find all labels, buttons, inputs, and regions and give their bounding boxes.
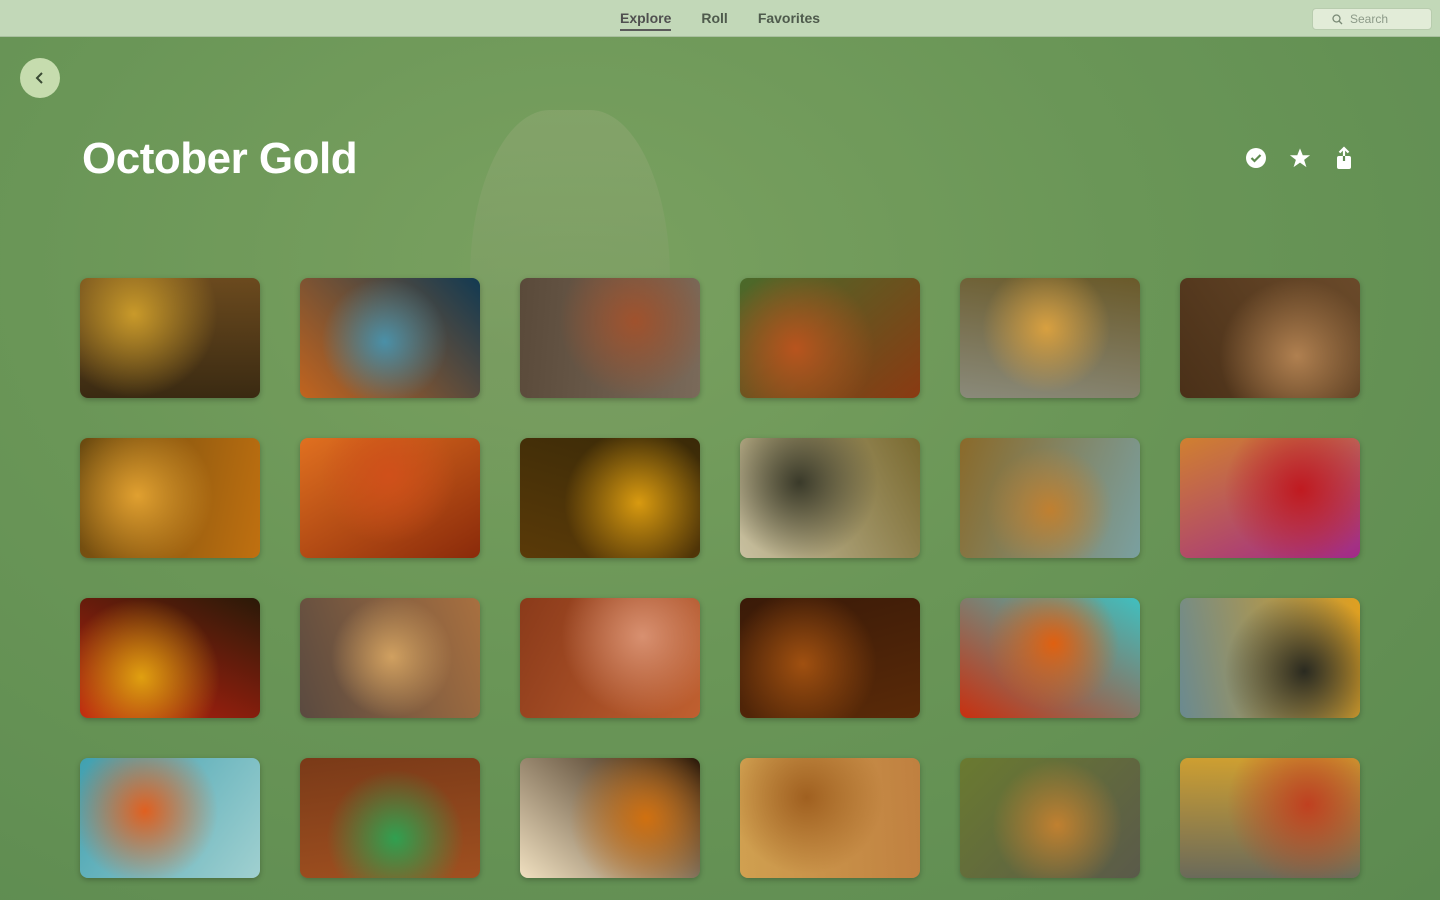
search-placeholder: Search [1350,12,1389,26]
photo-thumbnail[interactable] [1180,438,1360,558]
photo-thumbnail[interactable] [300,758,480,878]
album-title: October Gold [82,134,358,183]
tab-explore[interactable]: Explore [620,0,672,31]
photo-thumbnail[interactable] [80,278,260,398]
select-button[interactable] [1244,146,1268,170]
photo-thumbnail[interactable] [740,758,920,878]
photo-thumbnail[interactable] [960,278,1140,398]
chevron-left-icon [35,72,43,84]
photo-thumbnail[interactable] [80,438,260,558]
photo-thumbnail[interactable] [960,438,1140,558]
photo-thumbnail[interactable] [1180,598,1360,718]
checkmark-circle-icon [1246,148,1266,168]
tab-favorites[interactable]: Favorites [758,0,820,31]
photo-thumbnail[interactable] [300,438,480,558]
nav-tabs: Explore Roll Favorites [620,0,820,37]
photo-thumbnail[interactable] [1180,758,1360,878]
photo-thumbnail[interactable] [1180,278,1360,398]
photo-thumbnail[interactable] [960,598,1140,718]
star-icon [1289,148,1311,168]
favorite-button[interactable] [1288,146,1312,170]
photo-thumbnail[interactable] [520,598,700,718]
photo-thumbnail[interactable] [960,758,1140,878]
photo-thumbnail[interactable] [520,278,700,398]
tab-roll[interactable]: Roll [701,0,727,31]
photo-thumbnail[interactable] [740,278,920,398]
top-bar: Explore Roll Favorites Search [0,0,1440,37]
search-icon [1332,14,1343,25]
photo-thumbnail[interactable] [520,438,700,558]
share-button[interactable] [1332,146,1356,170]
album-actions [1244,146,1356,170]
photo-thumbnail[interactable] [740,438,920,558]
photo-thumbnail[interactable] [300,598,480,718]
share-icon [1337,146,1351,169]
photo-thumbnail[interactable] [80,598,260,718]
photo-grid [80,278,1360,878]
photo-thumbnail[interactable] [520,758,700,878]
photo-thumbnail[interactable] [300,278,480,398]
photo-thumbnail[interactable] [740,598,920,718]
search-input[interactable]: Search [1312,8,1432,30]
photo-thumbnail[interactable] [80,758,260,878]
back-button[interactable] [20,58,60,98]
